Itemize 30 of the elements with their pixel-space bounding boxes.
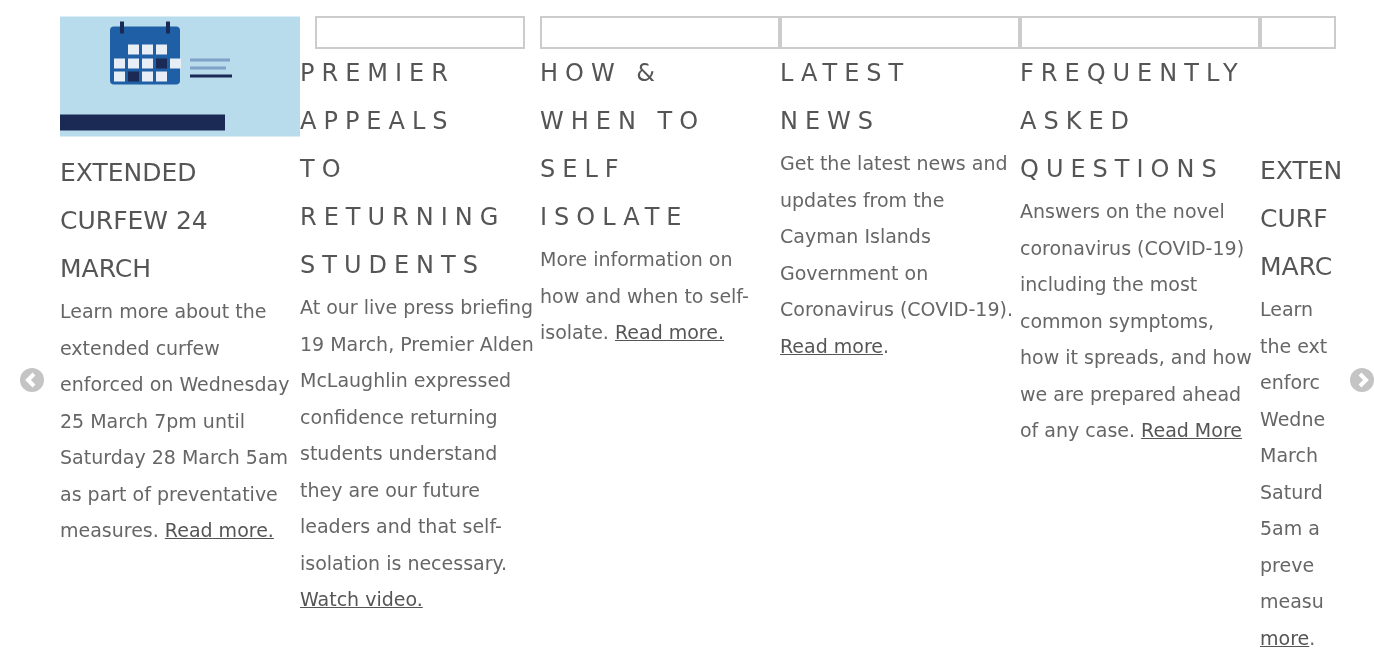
card-text: the ext: [1260, 333, 1329, 359]
card-text: enforc: [1260, 370, 1321, 395]
card-title: PREMIER APPEALS TO RETURNING STUDENTS: [300, 58, 507, 281]
card-text: More information on how and when to self-isolate. Read more.: [540, 247, 750, 345]
card-text: Answers on the novel coronavirus (COVID-19) including the most common symptoms, how it spreads, and how we are prepared ahead of any case. Read More: [1020, 199, 1253, 443]
card-title: FREQUENTLY ASKED QUESTIONS: [1020, 58, 1246, 185]
punctuation-text: .: [1309, 626, 1316, 649]
read-more-link[interactable]: Read more.: [164, 519, 274, 541]
card-text: March: [1260, 443, 1319, 468]
card-text: Learn: [1260, 297, 1315, 322]
card-text: preve: [1260, 552, 1316, 578]
read-more-link[interactable]: Read more.: [614, 321, 724, 343]
card-text: Wedne: [1260, 406, 1327, 432]
card-text: 5am a: [1260, 516, 1321, 541]
card-text: Get the latest news and updates from the Cayman Islands Government on Coronavirus (COVID-19). Read more.: [780, 151, 1014, 359]
read-more-link[interactable]: Watch video.: [300, 588, 423, 610]
chevron-left-icon[interactable]: [20, 368, 44, 392]
card-title: MARC: [1260, 251, 1334, 283]
card-text: At our live press briefing 19 March, Premier Alden McLaughlin expressed confidence returning students understand they are our future leaders and that self-isolation is necessary. Watch video.: [300, 295, 535, 612]
card-text: Saturd: [1260, 479, 1324, 505]
card-text: Learn more about the extended curfew enforced on Wednesday 25 March 7pm until Saturday 28 March 5am as part of preventative measures. Read more.: [60, 299, 291, 543]
read-more-link[interactable]: Read More: [1141, 419, 1242, 441]
card-title: HOW & WHEN TO SELF ISOLATE: [540, 58, 707, 233]
card-title: EXTENDED CURFEW 24 MARCH: [60, 157, 209, 285]
card-title: CURF: [1260, 203, 1329, 235]
chevron-right-icon[interactable]: [1350, 368, 1374, 392]
card-text: measu: [1260, 589, 1325, 614]
read-more-link[interactable]: more: [1260, 626, 1310, 649]
read-more-link[interactable]: Read more: [780, 334, 883, 357]
card-title: LATEST NEWS: [780, 58, 912, 137]
